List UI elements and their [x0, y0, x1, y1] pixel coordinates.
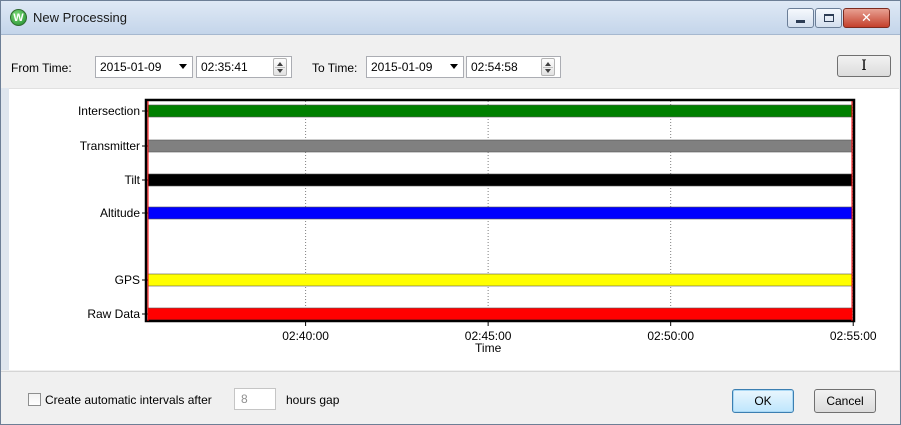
panel-edge [1, 88, 9, 370]
y-axis-label: Altitude [100, 206, 140, 220]
from-time-label: From Time: [11, 61, 72, 75]
chevron-down-icon [179, 64, 187, 69]
from-date-dropdown[interactable]: 2015-01-09 [95, 56, 193, 78]
series-bar [147, 206, 853, 220]
minimize-icon [796, 20, 805, 23]
window-title: New Processing [33, 10, 127, 25]
y-axis-label: Raw Data [87, 307, 140, 321]
maximize-button[interactable] [815, 8, 842, 28]
chevron-down-icon [450, 64, 458, 69]
bottom-bar: Create automatic intervals after 8 hours… [1, 371, 900, 424]
hours-gap-label: hours gap [286, 393, 340, 407]
title-bar[interactable]: W New Processing ✕ [1, 1, 900, 35]
to-time-label: To Time: [312, 61, 358, 75]
close-icon: ✕ [861, 10, 872, 26]
to-date-dropdown[interactable]: 2015-01-09 [366, 56, 464, 78]
cursor-tool-button[interactable]: I [837, 55, 891, 77]
y-axis-label: GPS [115, 273, 140, 287]
minimize-button[interactable] [787, 8, 814, 28]
auto-intervals-checkbox[interactable] [28, 393, 41, 406]
y-axis-label: Transmitter [80, 139, 140, 153]
spin-arrows-icon[interactable] [273, 58, 287, 76]
y-axis-label: Tilt [124, 173, 140, 187]
x-tick-label: 02:40:00 [282, 329, 329, 343]
to-time-stepper[interactable]: 02:54:58 [466, 56, 561, 78]
series-bar [147, 273, 853, 287]
timeline-chart[interactable]: 02:40:00 02:45:00 02:50:00 02:55:00Intersec… [9, 89, 899, 371]
series-bar [147, 104, 853, 118]
hours-gap-input[interactable]: 8 [234, 388, 276, 410]
x-axis-title: Time [475, 341, 502, 355]
maximize-icon [823, 14, 834, 22]
timeline-chart-panel[interactable]: 02:40:00 02:45:00 02:50:00 02:55:00 Intersec… [9, 88, 899, 370]
text-cursor-icon: I [861, 58, 867, 74]
cancel-button[interactable]: Cancel [814, 389, 876, 413]
close-button[interactable]: ✕ [843, 8, 890, 28]
app-w-icon: W [10, 9, 27, 26]
x-tick-label: 02:50:00 [647, 329, 694, 343]
new-processing-window: W New Processing ✕ From Time: 2015-01-09… [0, 0, 901, 425]
from-time-value: 02:35:41 [201, 60, 248, 74]
y-axis-label: Intersection [78, 104, 140, 118]
to-time-value: 02:54:58 [471, 60, 518, 74]
series-bar [147, 139, 853, 153]
time-range-toolbar: From Time: 2015-01-09 02:35:41 To Time: … [1, 36, 900, 88]
series-bar [147, 173, 853, 187]
spin-arrows-icon[interactable] [541, 58, 555, 76]
x-tick-label: 02:55:00 [830, 329, 877, 343]
to-date-value: 2015-01-09 [371, 60, 433, 74]
from-time-stepper[interactable]: 02:35:41 [196, 56, 292, 78]
from-date-value: 2015-01-09 [100, 60, 162, 74]
auto-intervals-label: Create automatic intervals after [45, 393, 212, 407]
series-bar [147, 307, 853, 321]
ok-button[interactable]: OK [732, 389, 794, 413]
